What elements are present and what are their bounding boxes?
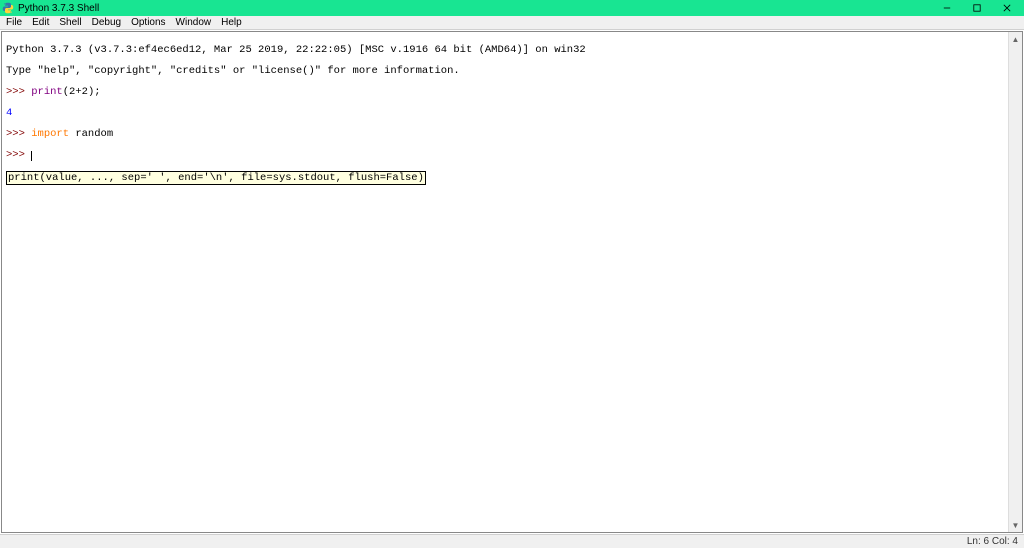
- module-random: random: [69, 128, 113, 140]
- window-controls: [932, 0, 1022, 16]
- menu-debug[interactable]: Debug: [92, 17, 121, 28]
- cursor-position: Ln: 6 Col: 4: [967, 536, 1018, 547]
- minimize-button[interactable]: [932, 0, 962, 16]
- prompt: >>>: [6, 149, 31, 161]
- menu-window[interactable]: Window: [176, 17, 212, 28]
- menu-options[interactable]: Options: [131, 17, 165, 28]
- menu-edit[interactable]: Edit: [32, 17, 49, 28]
- shell-line-current: >>>: [6, 150, 1018, 161]
- vertical-scrollbar[interactable]: ▲ ▼: [1008, 32, 1022, 532]
- keyword-import: import: [31, 128, 69, 140]
- shell-banner-line2: Type "help", "copyright", "credits" or "…: [6, 66, 1018, 77]
- shell-line-import: >>> import random: [6, 129, 1018, 140]
- calltip: print(value, ..., sep=' ', end='\n', fil…: [6, 171, 426, 185]
- menubar: File Edit Shell Debug Options Window Hel…: [0, 16, 1024, 30]
- shell-editor[interactable]: Python 3.7.3 (v3.7.3:ef4ec6ed12, Mar 25 …: [2, 32, 1022, 532]
- prompt: >>>: [6, 128, 31, 140]
- menu-help[interactable]: Help: [221, 17, 242, 28]
- builtin-print: print: [31, 86, 63, 98]
- shell-line-print: >>> print(2+2);: [6, 87, 1018, 98]
- scroll-down-icon[interactable]: ▼: [1009, 518, 1022, 532]
- text-cursor: [31, 151, 32, 161]
- titlebar: Python 3.7.3 Shell: [0, 0, 1024, 16]
- close-button[interactable]: [992, 0, 1022, 16]
- prompt: >>>: [6, 86, 31, 98]
- python-icon: [2, 2, 14, 14]
- menu-shell[interactable]: Shell: [59, 17, 81, 28]
- maximize-button[interactable]: [962, 0, 992, 16]
- menu-file[interactable]: File: [6, 17, 22, 28]
- window-title: Python 3.7.3 Shell: [18, 3, 932, 14]
- calltip-line: print(value, ..., sep=' ', end='\n', fil…: [6, 171, 1018, 182]
- shell-output: 4: [6, 108, 1018, 119]
- scroll-up-icon[interactable]: ▲: [1009, 32, 1022, 46]
- editor-container: Python 3.7.3 (v3.7.3:ef4ec6ed12, Mar 25 …: [1, 31, 1023, 533]
- print-args: (2+2);: [63, 86, 101, 98]
- shell-banner-line1: Python 3.7.3 (v3.7.3:ef4ec6ed12, Mar 25 …: [6, 45, 1018, 56]
